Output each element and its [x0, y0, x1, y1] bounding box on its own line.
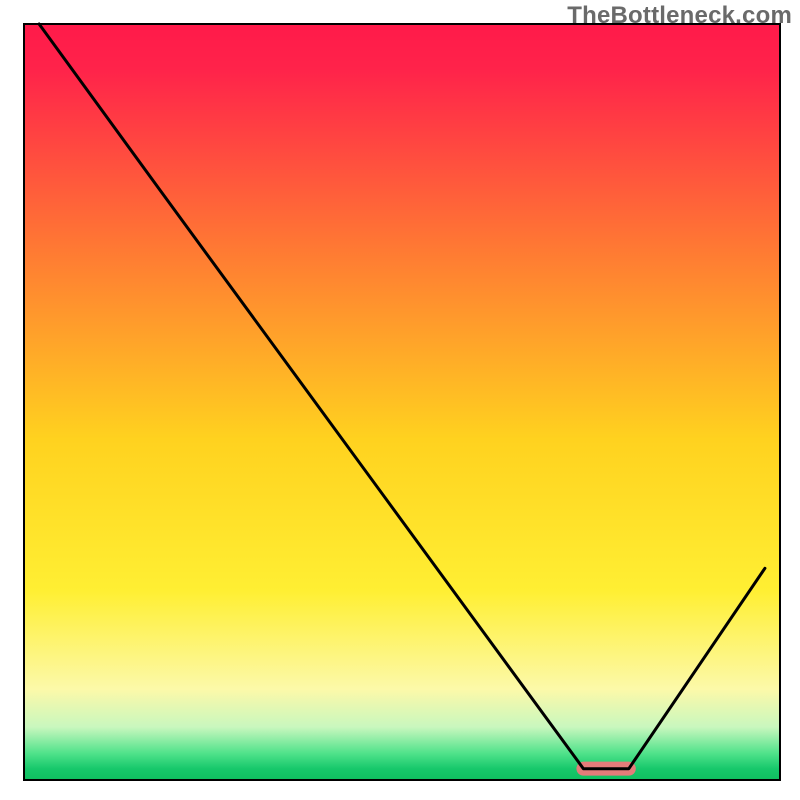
watermark-text: TheBottleneck.com: [567, 2, 792, 30]
bottleneck-chart: [0, 0, 800, 800]
plot-background: [24, 24, 780, 780]
chart-container: TheBottleneck.com: [0, 0, 800, 800]
